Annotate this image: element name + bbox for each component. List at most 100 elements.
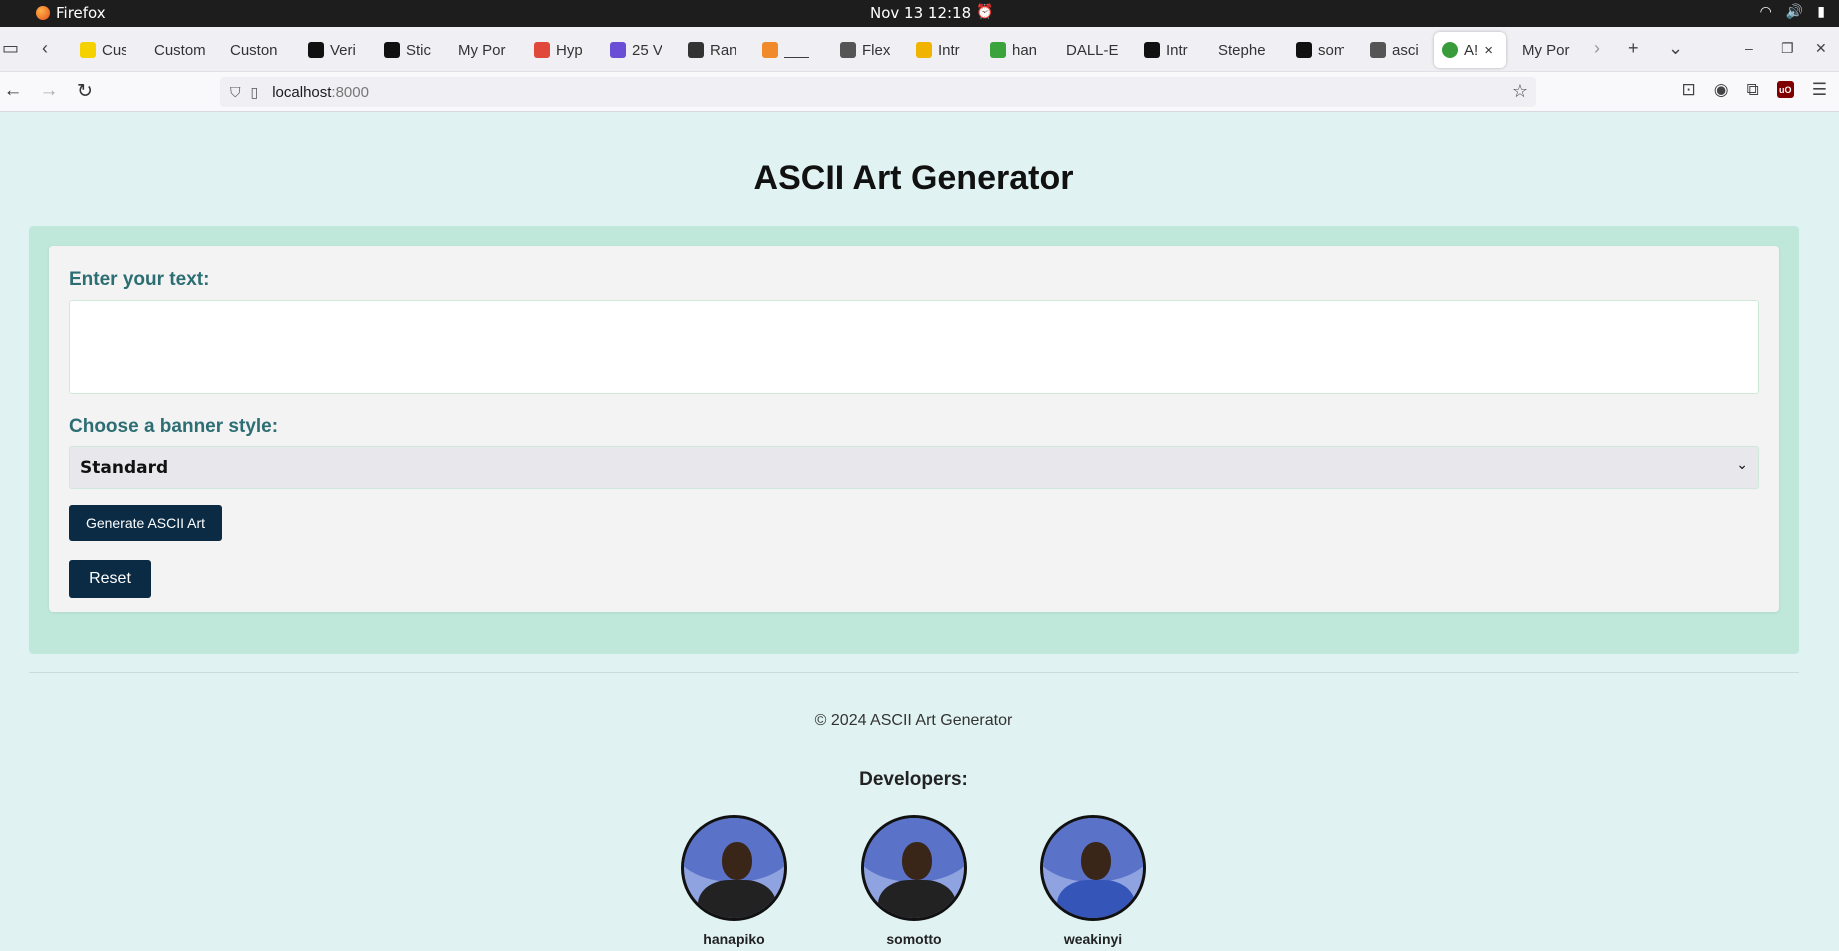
bookmark-star-icon[interactable]: ☆ bbox=[1512, 81, 1528, 102]
toolbar-icons: ⊡ ◉ ⧉ uO ☰ bbox=[1682, 80, 1827, 100]
tab-label: Flex bbox=[862, 41, 890, 59]
tab[interactable]: ___ bbox=[758, 32, 818, 68]
reset-button[interactable]: Reset bbox=[69, 560, 151, 598]
chevron-down-icon: ⌄ bbox=[1736, 457, 1748, 473]
favicon-icon bbox=[1144, 42, 1160, 58]
favicon-icon bbox=[534, 42, 550, 58]
tab-label: Ran bbox=[710, 41, 736, 59]
tab-label: asci bbox=[1392, 41, 1418, 59]
tab[interactable]: Stic bbox=[380, 32, 432, 68]
back-icon[interactable]: ← bbox=[2, 80, 24, 102]
favicon-icon bbox=[80, 42, 96, 58]
tab[interactable]: Stephe bbox=[1214, 32, 1270, 68]
developer-card: hanapiko bbox=[679, 815, 789, 947]
clock[interactable]: Nov 13 12:18 bbox=[870, 4, 971, 22]
favicon-icon bbox=[1296, 42, 1312, 58]
tab-label: Intr bbox=[938, 41, 960, 59]
developer-card: somotto bbox=[859, 815, 969, 947]
tab[interactable]: 25 V bbox=[606, 32, 662, 68]
tab[interactable]: han bbox=[986, 32, 1038, 68]
app-name: Firefox bbox=[56, 4, 106, 22]
scroll-tabs-right-icon[interactable]: › bbox=[1594, 38, 1600, 59]
tab[interactable]: som bbox=[1292, 32, 1344, 68]
minimize-icon[interactable]: – bbox=[1745, 40, 1753, 56]
copyright-text: © 2024 ASCII Art Generator bbox=[814, 712, 1013, 729]
list-tabs-icon[interactable]: ⌄ bbox=[1668, 38, 1683, 59]
banner-style-value: Standard bbox=[80, 457, 169, 478]
url-port: :8000 bbox=[331, 83, 369, 101]
reload-icon[interactable]: ↻ bbox=[74, 80, 96, 103]
tab-label: A! bbox=[1464, 41, 1479, 59]
favicon-icon bbox=[1370, 42, 1386, 58]
forward-icon[interactable]: → bbox=[38, 80, 60, 102]
url-bar[interactable]: ⛉ ▯ localhost:8000 ☆ bbox=[220, 77, 1536, 107]
developers-heading: Developers: bbox=[859, 769, 968, 790]
favicon-icon bbox=[308, 42, 324, 58]
developer-name: somotto bbox=[886, 931, 942, 947]
battery-icon: ▮ bbox=[1817, 4, 1825, 20]
tab-label: Hyp bbox=[556, 41, 582, 59]
favicon-icon bbox=[990, 42, 1006, 58]
tab-label: Veri bbox=[330, 41, 356, 59]
wifi-icon: ◠ bbox=[1759, 4, 1772, 20]
generate-button[interactable]: Generate ASCII Art bbox=[69, 505, 222, 541]
tab[interactable]: Ran bbox=[684, 32, 736, 68]
alarm-icon: ⏰ bbox=[976, 4, 994, 20]
tab[interactable]: Hyp bbox=[530, 32, 582, 68]
tab[interactable]: My Por bbox=[454, 32, 510, 68]
tab[interactable]: Flex bbox=[836, 32, 890, 68]
volume-icon: 🔊 bbox=[1785, 4, 1804, 20]
tab-label: DALL-E bbox=[1066, 41, 1118, 59]
form-container: Enter your text: Choose a banner style: … bbox=[29, 226, 1799, 654]
tab-label: Stic bbox=[406, 41, 432, 59]
ascii-form: Enter your text: Choose a banner style: … bbox=[49, 246, 1779, 612]
tab[interactable]: Custon bbox=[226, 32, 282, 68]
restore-icon[interactable]: ❐ bbox=[1781, 40, 1794, 57]
favicon-icon bbox=[840, 42, 856, 58]
tab[interactable]: Intr bbox=[1140, 32, 1192, 68]
nav-bar: ← → ↻ ⛉ ▯ localhost:8000 ☆ ⊡ ◉ ⧉ uO ☰ bbox=[0, 72, 1839, 112]
banner-style-label: Choose a banner style: bbox=[69, 416, 279, 437]
firefox-view-icon[interactable]: ▭ bbox=[2, 38, 19, 59]
new-tab-icon[interactable]: + bbox=[1628, 38, 1639, 59]
page-title: ASCII Art Generator bbox=[753, 159, 1074, 197]
banner-style-select[interactable]: Standard ⌄ bbox=[69, 446, 1759, 489]
shield-icon[interactable]: ⛉ bbox=[230, 84, 241, 101]
close-window-icon[interactable]: ✕ bbox=[1815, 40, 1827, 57]
system-tray[interactable]: ◠ 🔊 ▮ bbox=[1760, 4, 1825, 20]
tab[interactable]: DALL-E bbox=[1062, 32, 1118, 68]
firefox-icon bbox=[36, 6, 50, 20]
developer-card: weakinyi bbox=[1038, 815, 1148, 947]
avatar bbox=[861, 815, 967, 921]
ublock-icon[interactable]: uO bbox=[1776, 81, 1794, 98]
favicon-icon bbox=[688, 42, 704, 58]
app-menu[interactable]: Firefox bbox=[36, 4, 106, 22]
tab-label: Custon bbox=[230, 41, 278, 59]
tab[interactable]: Cus bbox=[76, 32, 126, 68]
tab[interactable]: Custom bbox=[150, 32, 206, 68]
developer-name: hanapiko bbox=[703, 931, 765, 947]
tab[interactable]: asci bbox=[1366, 32, 1418, 68]
tab-label: han bbox=[1012, 41, 1038, 59]
footer-divider bbox=[29, 672, 1799, 673]
scroll-tabs-left-icon[interactable]: ‹ bbox=[42, 38, 48, 59]
tab-active[interactable]: A! × bbox=[1434, 32, 1506, 68]
text-input[interactable] bbox=[69, 300, 1759, 394]
tab-label: som bbox=[1318, 41, 1344, 59]
account-icon[interactable]: ◉ bbox=[1714, 80, 1729, 100]
tab[interactable]: My Por bbox=[1518, 32, 1576, 68]
tab[interactable]: Veri bbox=[304, 32, 356, 68]
pocket-icon[interactable]: ⊡ bbox=[1682, 80, 1696, 100]
tab-label: 25 V bbox=[632, 41, 662, 59]
url-host: localhost bbox=[272, 83, 332, 101]
page-icon[interactable]: ▯ bbox=[251, 84, 259, 101]
favicon-icon bbox=[384, 42, 400, 58]
text-label: Enter your text: bbox=[69, 269, 210, 290]
tab-label: My Por bbox=[458, 41, 506, 59]
avatar bbox=[681, 815, 787, 921]
extensions-icon[interactable]: ⧉ bbox=[1747, 80, 1759, 100]
avatar bbox=[1040, 815, 1146, 921]
menu-icon[interactable]: ☰ bbox=[1812, 80, 1827, 100]
tab[interactable]: Intr bbox=[912, 32, 964, 68]
close-tab-icon[interactable]: × bbox=[1484, 42, 1493, 59]
